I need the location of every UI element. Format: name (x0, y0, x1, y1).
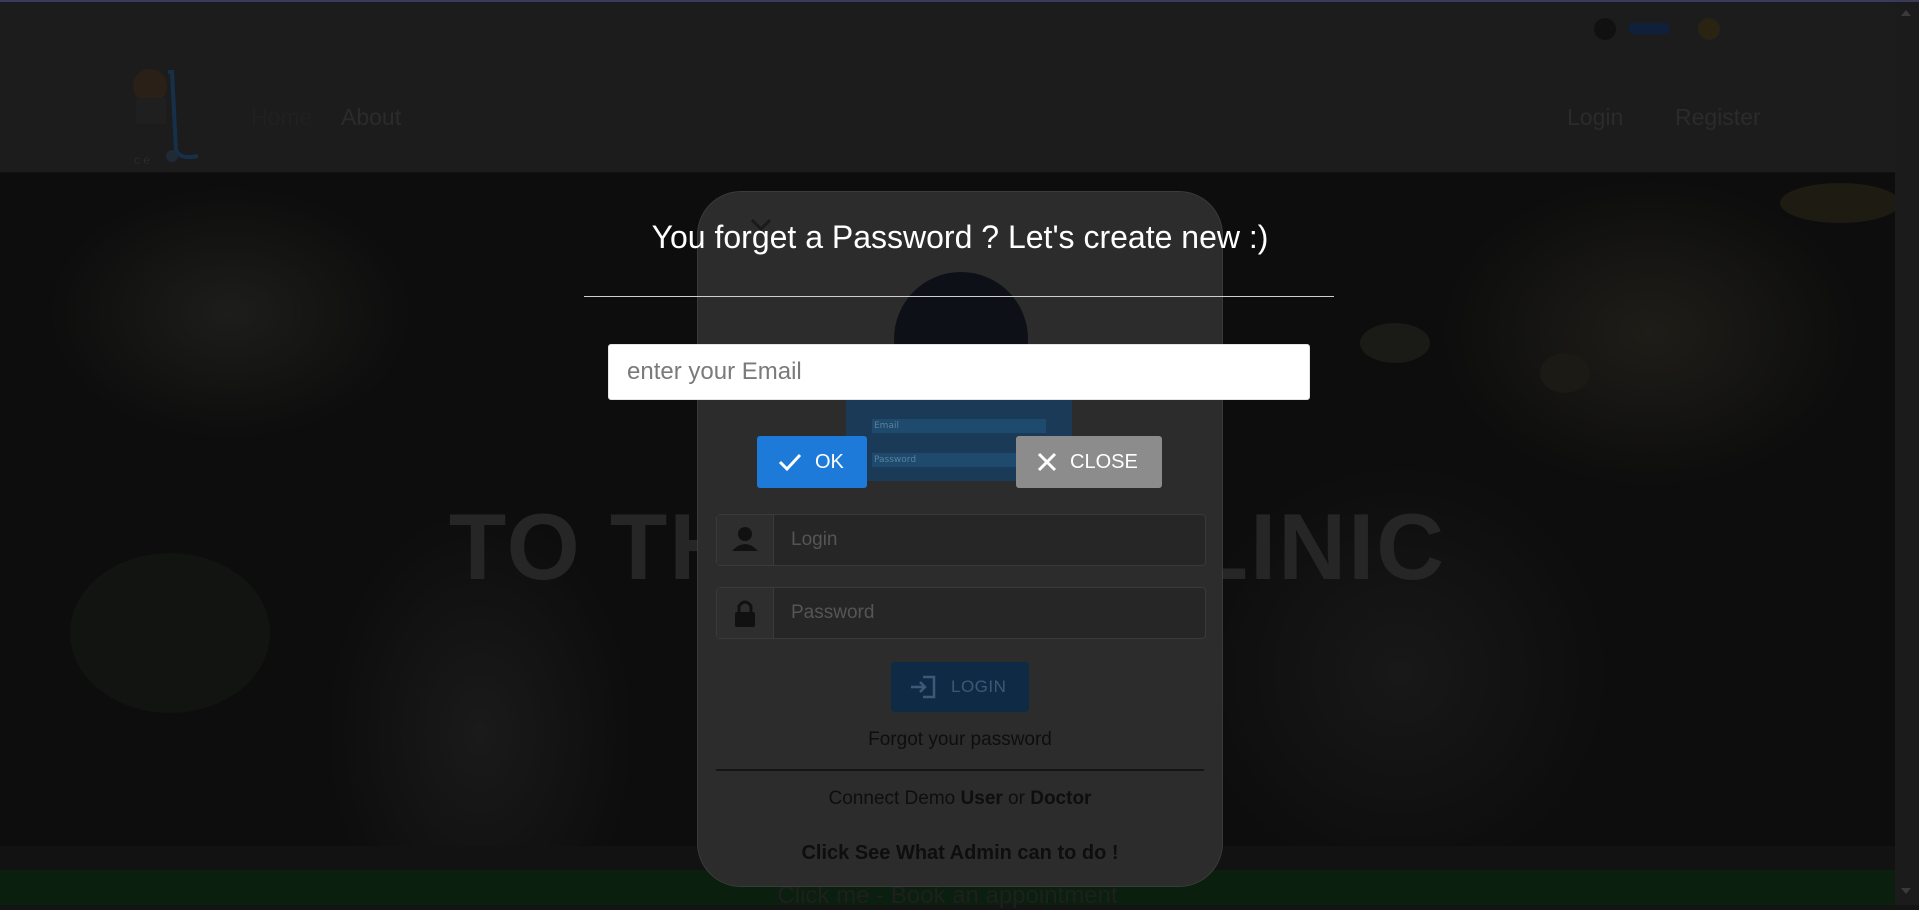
demo-user-link[interactable]: User (961, 788, 1003, 809)
ok-button-label: OK (815, 450, 844, 473)
admin-demo-link[interactable]: Click See What Admin can to do ! (698, 842, 1222, 865)
divider (716, 769, 1204, 771)
sign-in-icon (911, 675, 936, 699)
login-field[interactable]: Login (716, 514, 1206, 566)
modal-divider (584, 296, 1334, 297)
demo-connect-text: Connect Demo User or Doctor (698, 788, 1222, 810)
modal-title: You forget a Password ? Let's create new… (651, 219, 1269, 255)
login-button[interactable]: LOGIN (891, 662, 1029, 712)
scroll-up-icon[interactable] (1901, 10, 1911, 16)
password-field[interactable]: Password (716, 587, 1206, 639)
email-input[interactable] (608, 344, 1310, 400)
lock-icon (717, 588, 774, 638)
close-button[interactable]: CLOSE (1016, 436, 1162, 488)
password-placeholder: Password (791, 602, 875, 623)
scroll-down-icon[interactable] (1901, 888, 1911, 894)
demo-or: or (1002, 788, 1031, 809)
navbar: c e Home About Login Register (0, 2, 1895, 173)
login-placeholder: Login (791, 529, 838, 550)
preview-email-label: Email (874, 421, 899, 431)
check-icon (778, 453, 802, 472)
preview-password-label: Password (874, 455, 917, 465)
ok-button[interactable]: OK (757, 436, 867, 488)
nav-register[interactable]: Register (1675, 104, 1761, 131)
demo-prefix: Connect Demo (828, 788, 961, 809)
login-button-label: LOGIN (951, 677, 1007, 696)
nav-login[interactable]: Login (1567, 104, 1623, 131)
svg-text:c e: c e (134, 153, 150, 167)
x-icon (1037, 452, 1057, 472)
clinic-logo: c e (133, 69, 199, 167)
language-flags-icon[interactable] (1590, 14, 1720, 44)
demo-doctor-link[interactable]: Doctor (1030, 788, 1091, 809)
nav-home[interactable]: Home (251, 104, 312, 131)
forgot-password-link[interactable]: Forgot your password (698, 729, 1222, 751)
page-scrollbar[interactable] (1895, 2, 1919, 905)
user-icon (717, 515, 774, 565)
nav-about[interactable]: About (341, 104, 401, 131)
close-button-label: CLOSE (1070, 450, 1138, 473)
